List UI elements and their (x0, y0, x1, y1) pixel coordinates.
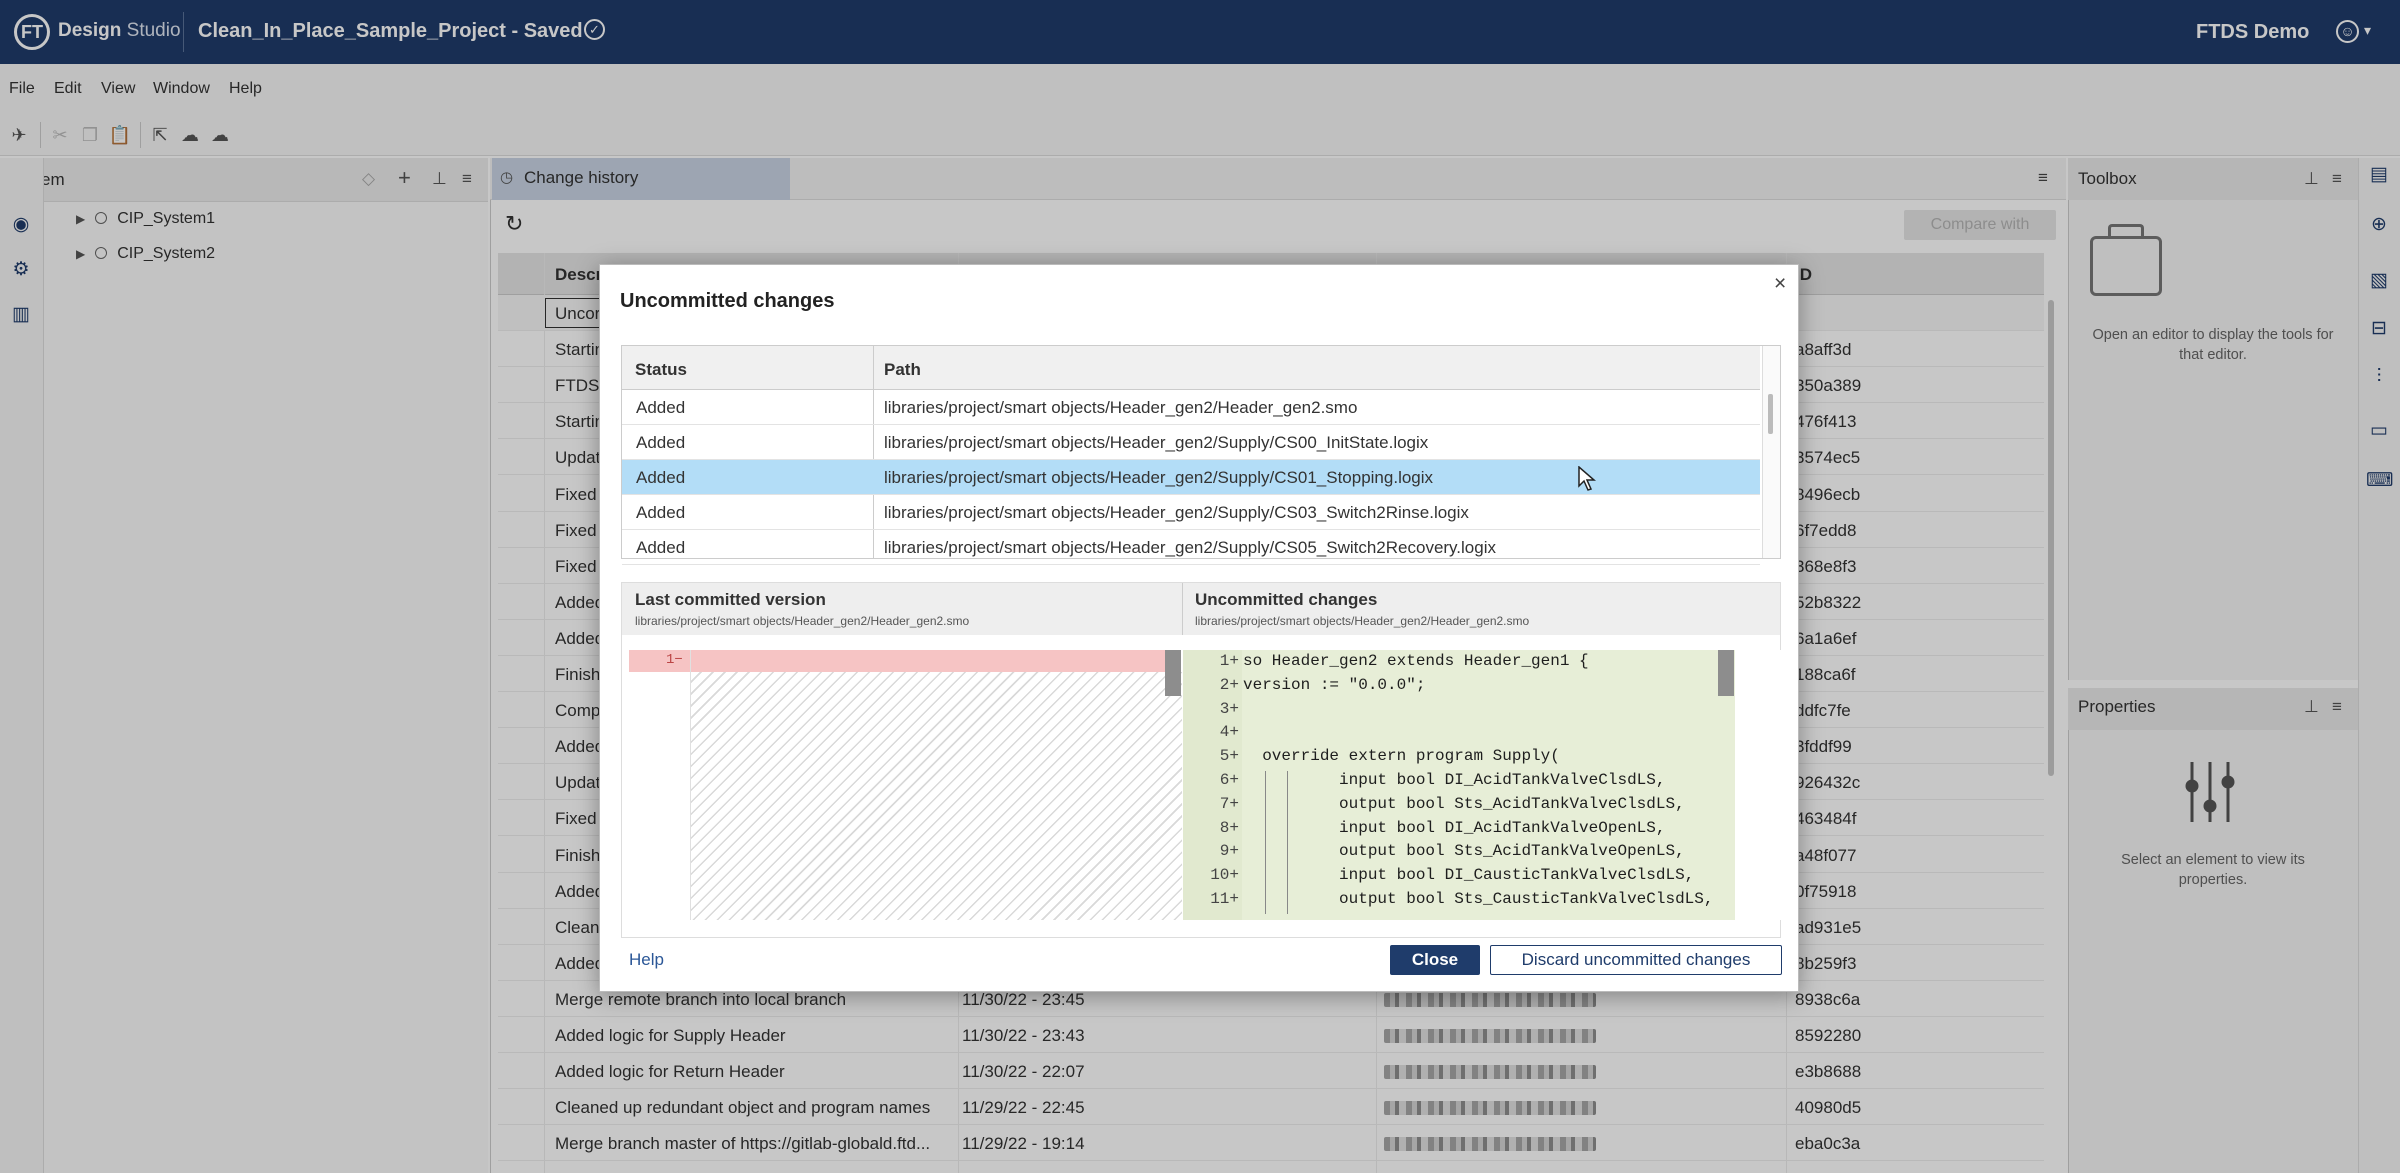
line-number: 10+ (1210, 866, 1239, 885)
file-path: libraries/project/smart objects/Header_g… (884, 468, 1434, 487)
dialog-title: Uncommitted changes (620, 290, 835, 312)
file-path: libraries/project/smart objects/Header_g… (884, 433, 1429, 452)
left-pane-title: Last committed version (635, 590, 826, 609)
diff-header-separator (1182, 583, 1183, 635)
left-pane-path: libraries/project/smart objects/Header_g… (635, 614, 970, 628)
indent-guide (1287, 890, 1288, 914)
right-pane-title: Uncommitted changes (1195, 590, 1378, 609)
file-path: libraries/project/smart objects/Header_g… (884, 538, 1496, 557)
indent-guide (1265, 771, 1266, 795)
right-pane-path: libraries/project/smart objects/Header_g… (1195, 614, 1530, 628)
line-number: 6+ (1219, 771, 1239, 789)
line-number: 1+ (1219, 652, 1239, 670)
code-text: version := "0.0.0"; (1243, 675, 1426, 694)
code-line: 9+ output bool Sts_AcidTankValveOpenLS, (1183, 842, 1735, 867)
code-line: 10+ input bool DI_CausticTankValveClsdLS… (1183, 866, 1735, 891)
line-number: 2+ (1219, 675, 1239, 694)
scrollbar-thumb[interactable] (1768, 394, 1773, 434)
help-link[interactable]: Help (629, 950, 664, 970)
indent-guide (1265, 866, 1266, 891)
code-line: 4+ (1183, 723, 1735, 747)
mouse-cursor-icon (1578, 466, 1596, 491)
code-line: 7+ output bool Sts_AcidTankValveClsdLS, (1183, 794, 1735, 819)
code-text: input bool DI_CausticTankValveClsdLS, (1243, 866, 1695, 885)
indent-guide (1265, 794, 1266, 819)
scrollbar-track[interactable] (1762, 346, 1780, 558)
file-row[interactable]: Added libraries/project/smart objects/Hea… (622, 425, 1760, 460)
empty-region (690, 672, 1182, 920)
code-text: override extern program Supply( (1243, 747, 1560, 766)
indent-guide (1287, 842, 1288, 867)
code-line: 3+ (1183, 700, 1735, 724)
file-path: libraries/project/smart objects/Header_g… (884, 398, 1358, 417)
line-number: 1− (666, 652, 683, 668)
code-text: input bool DI_AcidTankValveOpenLS, (1243, 818, 1666, 837)
column-header-path[interactable]: Path (884, 360, 921, 380)
line-number: 8+ (1219, 818, 1239, 837)
line-number: 9+ (1219, 842, 1239, 861)
code-text: input bool DI_AcidTankValveClsdLS, (1243, 771, 1666, 789)
diff-header: Last committed version libraries/project… (622, 583, 1780, 635)
file-row[interactable]: Added libraries/project/smart objects/Hea… (622, 390, 1760, 425)
code-text: output bool Sts_AcidTankValveClsdLS, (1243, 794, 1685, 813)
file-status: Added (636, 433, 686, 452)
indent-guide (1287, 794, 1288, 819)
line-number: 5+ (1219, 747, 1239, 766)
line-number: 11+ (1210, 890, 1239, 908)
changed-files-header: Status Path (622, 346, 1760, 390)
column-header-status[interactable]: Status (635, 360, 687, 380)
file-status: Added (636, 398, 686, 417)
file-path: libraries/project/smart objects/Header_g… (884, 503, 1469, 522)
indent-guide (1287, 818, 1288, 843)
change-marker (1718, 650, 1734, 696)
deleted-line (629, 650, 1165, 672)
code-line: 5+ override extern program Supply( (1183, 747, 1735, 771)
indent-guide (1287, 771, 1288, 795)
file-status: Added (636, 468, 686, 487)
line-number: 4+ (1219, 723, 1239, 742)
discard-uncommitted-changes-button[interactable]: Discard uncommitted changes (1490, 945, 1782, 975)
file-status: Added (636, 503, 686, 522)
line-number: 7+ (1219, 794, 1239, 813)
indent-guide (1265, 842, 1266, 867)
code-line: 6+ input bool DI_AcidTankValveClsdLS, (1183, 771, 1735, 795)
file-row[interactable]: Added libraries/project/smart objects/Hea… (622, 495, 1760, 530)
gutter-line (690, 650, 691, 920)
code-line: 8+ input bool DI_AcidTankValveOpenLS, (1183, 818, 1735, 843)
indent-guide (1265, 890, 1266, 914)
line-number: 3+ (1219, 699, 1239, 718)
code-line: 2+ version := "0.0.0"; (1183, 676, 1735, 700)
file-status: Added (636, 538, 686, 557)
code-line: 11+ output bool Sts_CausticTankValveClsd… (1183, 890, 1735, 914)
code-text: so Header_gen2 extends Header_gen1 { (1243, 652, 1589, 670)
change-marker (1165, 650, 1181, 696)
code-line: 1+ so Header_gen2 extends Header_gen1 { (1183, 652, 1735, 676)
indent-guide (1287, 866, 1288, 891)
close-icon[interactable]: × (1774, 272, 1786, 296)
code-text: output bool Sts_CausticTankValveClsdLS, (1243, 890, 1714, 908)
close-button[interactable]: Close (1390, 945, 1480, 975)
file-row[interactable]: Added libraries/project/smart objects/Hea… (622, 530, 1760, 565)
scrollbar-track[interactable] (1735, 650, 1781, 920)
code-text: output bool Sts_AcidTankValveOpenLS, (1243, 842, 1685, 861)
indent-guide (1265, 818, 1266, 843)
